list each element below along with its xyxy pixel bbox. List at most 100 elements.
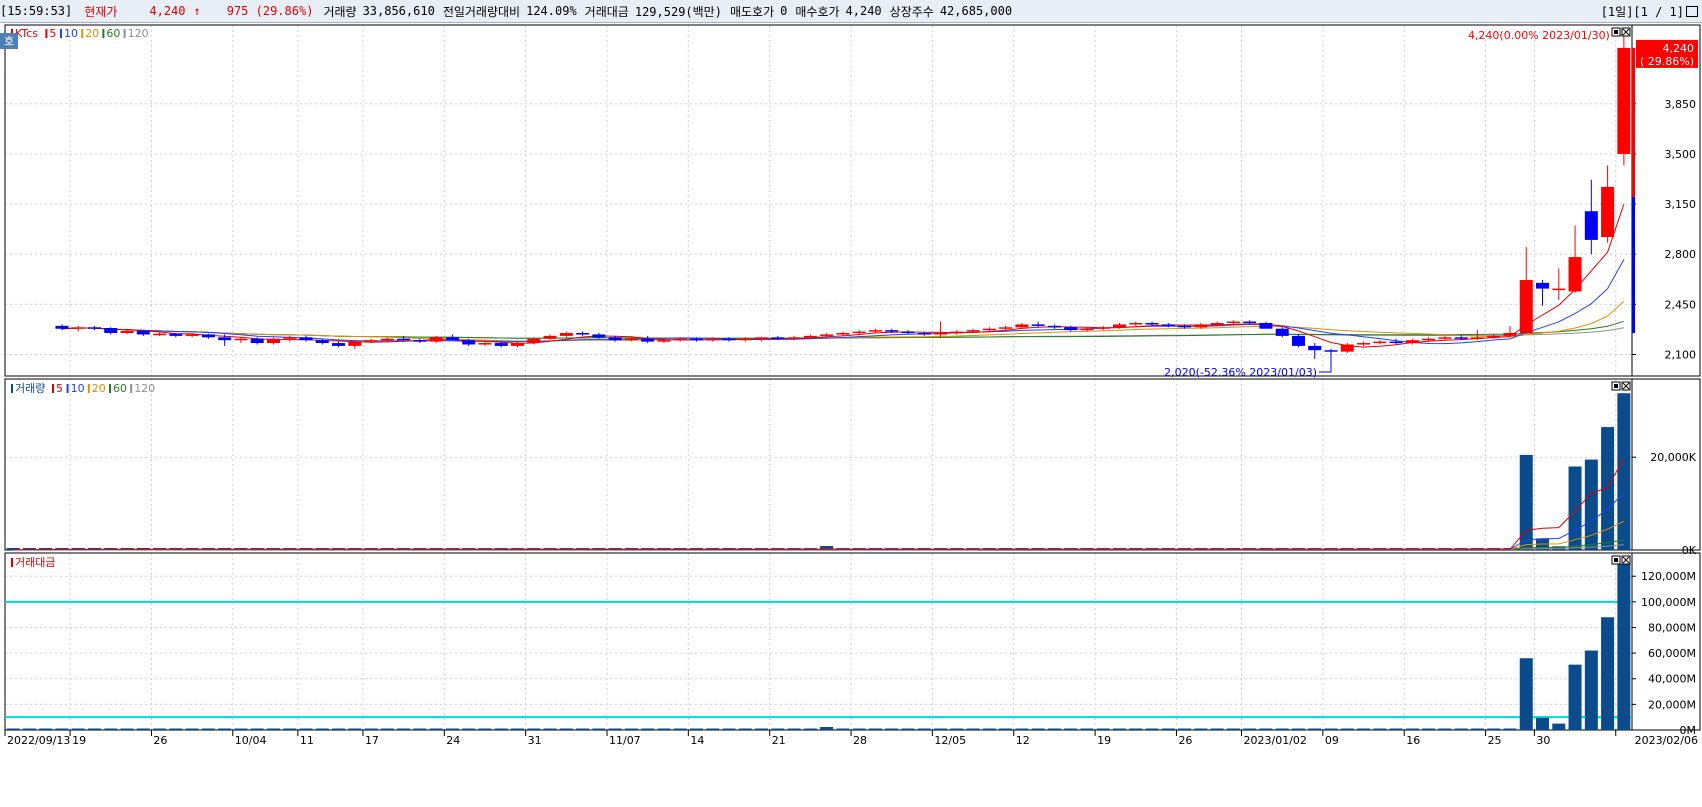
amount-bar <box>1454 728 1468 730</box>
bid-value: 4,240 <box>845 4 882 18</box>
candle-body <box>104 328 118 334</box>
amount-bar <box>1568 664 1582 730</box>
candle-body <box>1373 341 1387 344</box>
amount-bar <box>348 728 362 730</box>
y-tick-label: 3,500 <box>1665 148 1697 161</box>
amount-bar <box>787 728 801 730</box>
candle-body <box>1259 322 1273 329</box>
window-restore-icon[interactable] <box>1686 5 1698 17</box>
x-tick-label: 11 <box>300 734 314 747</box>
candle-body <box>836 333 850 335</box>
chart-area[interactable]: 2,100 2,450 2,800 3,150 3,500 3,850 4,240(0.00… <box>0 23 1702 807</box>
amount-value: 129,529(백만) <box>634 4 722 19</box>
y-tick-label: 20,000M <box>1648 698 1696 711</box>
candle-body <box>1405 340 1419 344</box>
amount-bar <box>624 728 638 730</box>
amount-bar <box>608 728 622 730</box>
x-tick-label: 12/05 <box>934 734 966 747</box>
amount-bar <box>39 728 53 730</box>
candle-body <box>1389 341 1403 344</box>
candle-body <box>1519 280 1533 334</box>
amount-bar <box>543 728 557 730</box>
candle-body <box>218 337 232 341</box>
candle-body <box>576 333 590 335</box>
candle-body <box>136 330 150 335</box>
candle-body <box>429 337 443 342</box>
y-tick-label: 3,150 <box>1665 198 1697 211</box>
amount-bar <box>1161 728 1175 730</box>
legend-marker <box>60 29 62 38</box>
volume-panel[interactable]: 거래량 5 10 20 60 120 0K 20,000K <box>6 382 1697 557</box>
shares-label: 상장주수 <box>889 4 934 19</box>
x-tick-label: 31 <box>528 734 542 747</box>
x-tick-label: 19 <box>72 734 86 747</box>
amount-bar <box>1291 728 1305 730</box>
candle-body <box>332 343 346 346</box>
candle-body <box>559 333 573 336</box>
legend-label: 거래대금 <box>15 556 55 569</box>
candle-body <box>348 341 362 346</box>
amount-bar <box>1015 728 1029 730</box>
candle-body <box>608 337 622 341</box>
candle-body <box>689 338 703 341</box>
amount-bar <box>87 728 101 730</box>
axis-range-bar-up <box>1632 47 1635 197</box>
amount-bar <box>592 728 606 730</box>
x-tick-label: 16 <box>1406 734 1420 747</box>
legend-label: 60 <box>106 27 120 40</box>
amount-bar <box>445 728 459 730</box>
y-tick-label: 2,450 <box>1665 298 1697 311</box>
candle-body <box>982 328 996 331</box>
amount-bar <box>1064 728 1078 730</box>
x-tick-label: 14 <box>690 734 704 747</box>
ma10-line <box>61 259 1625 345</box>
amount-bar <box>868 728 882 730</box>
amount-bar <box>332 728 346 730</box>
candle-body <box>1064 327 1078 331</box>
candle-body <box>380 338 394 341</box>
legend-marker <box>81 29 84 38</box>
candle-body <box>510 343 525 346</box>
amount-bar <box>1487 728 1501 730</box>
amount-bar <box>576 728 590 730</box>
legend-marker <box>66 384 69 393</box>
amount-bar <box>397 728 411 730</box>
amount-panel[interactable]: 거래대금0M20,000M40,000M60,000M80,000M100,00… <box>5 556 1696 737</box>
volume-value: 33,856,610 <box>362 4 435 18</box>
candle-body <box>1617 47 1631 154</box>
amount-bar <box>901 728 915 730</box>
candle-body <box>462 340 476 345</box>
amount-bar <box>120 728 134 730</box>
candle-body <box>755 337 769 339</box>
amount-bar <box>982 728 996 730</box>
vol-ma20-line <box>13 520 1625 551</box>
amount-bar <box>1226 728 1240 730</box>
legend-marker <box>11 558 13 567</box>
candle-body <box>1503 333 1517 336</box>
axis-range-bar-down <box>1632 196 1635 334</box>
x-tick-label: 26 <box>153 734 167 747</box>
amount-bar <box>706 728 720 730</box>
period-selector[interactable]: [1일][1 / 1] <box>1601 3 1684 20</box>
candle-body <box>1194 324 1208 328</box>
amount-bar <box>364 728 378 730</box>
y-tick-label: 2,800 <box>1665 248 1697 261</box>
panel-controls[interactable]: 호 <box>0 27 1631 565</box>
y-tick-label: 20,000K <box>1650 451 1696 464</box>
amount-bar <box>657 728 671 730</box>
candle-body <box>120 330 134 334</box>
amount-bar <box>1519 658 1533 730</box>
amount-bar <box>153 728 167 730</box>
candle-body <box>1161 324 1175 326</box>
amount-bar <box>494 728 508 730</box>
legend-label: 20 <box>85 27 99 40</box>
amount-bar <box>413 728 427 730</box>
price-panel[interactable]: 2,100 2,450 2,800 3,150 3,500 3,850 4,240(0.00… <box>11 27 1698 379</box>
legend-label: 120 <box>128 27 149 40</box>
candle-body <box>266 338 280 344</box>
panel-border <box>4 24 1701 377</box>
amount-bar <box>722 728 736 730</box>
candle-body <box>624 338 638 341</box>
candle-body <box>950 331 964 334</box>
amount-bar <box>803 728 817 730</box>
